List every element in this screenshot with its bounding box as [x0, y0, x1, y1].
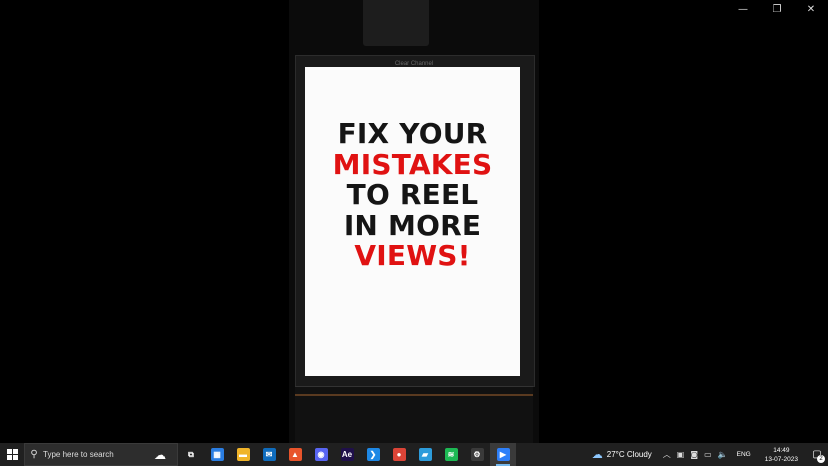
- headline-line: VIEWS!: [354, 239, 471, 272]
- desktop-background: — ❐ ✕ Clear Channel FIX YOUR MISTAKES TO R…: [0, 0, 828, 443]
- weather-condition: Cloudy: [626, 450, 652, 459]
- vscode-icon: ❯: [366, 448, 380, 461]
- taskbar-app[interactable]: ●: [386, 443, 412, 466]
- search-placeholder: Type here to search: [43, 450, 114, 459]
- file-explorer-icon: ▬: [236, 448, 250, 461]
- search-icon: ⚲: [30, 449, 38, 460]
- tray-app2-icon[interactable]: ◙: [690, 450, 698, 459]
- notification-center-button[interactable]: ▢ 2: [806, 443, 828, 466]
- clock-time: 14:49: [773, 446, 790, 454]
- taskbar-app[interactable]: ❯: [360, 443, 386, 466]
- tray-app-icon[interactable]: ▣: [677, 450, 685, 459]
- headline-line: IN MORE: [343, 208, 482, 242]
- widgets-icon: ▦: [210, 448, 224, 461]
- taskbar-app[interactable]: ⚙: [464, 443, 490, 466]
- weather-temp: 27°C: [606, 450, 625, 459]
- minimize-icon[interactable]: —: [726, 0, 760, 18]
- search-box[interactable]: ⚲ Type here to search ☁: [24, 443, 178, 466]
- spotify-icon: ≋: [444, 448, 458, 461]
- headline-line: MISTAKES: [332, 147, 493, 181]
- chevron-up-icon[interactable]: ︿: [663, 449, 671, 460]
- billboard-panel: FIX YOUR MISTAKES TO REEL IN MORE VIEWS!: [305, 67, 520, 376]
- restore-icon[interactable]: ❐: [760, 0, 794, 18]
- cloud-icon: ☁: [591, 449, 603, 461]
- weather-widget[interactable]: ☁ 27°C Cloudy: [592, 448, 652, 461]
- headline-line: TO REEL: [346, 178, 479, 211]
- clock-date: 13-07-2023: [764, 455, 798, 463]
- discord-icon: ◉: [314, 448, 328, 461]
- volume-icon[interactable]: 🔈: [718, 450, 728, 459]
- network-icon[interactable]: ▭: [704, 450, 712, 459]
- billboard-pole: [363, 0, 429, 46]
- brave-icon: ▲: [288, 448, 302, 461]
- taskbar-app[interactable]: ▬: [230, 443, 256, 466]
- chrome-icon: ●: [392, 448, 406, 461]
- taskbar-app[interactable]: ⧉: [178, 443, 204, 466]
- windows-logo-icon: [6, 449, 18, 460]
- settings-icon: ⚙: [470, 448, 484, 461]
- task-view-icon: ⧉: [188, 449, 194, 459]
- taskbar-app[interactable]: ◉: [308, 443, 334, 466]
- taskbar-app[interactable]: ▦: [204, 443, 230, 466]
- close-icon[interactable]: ✕: [794, 0, 828, 18]
- taskbar-app[interactable]: ✉: [256, 443, 282, 466]
- window-controls: — ❐ ✕: [726, 0, 828, 18]
- headline: FIX YOUR MISTAKES TO REEL IN MORE VIEWS!: [305, 117, 520, 272]
- start-button[interactable]: [0, 443, 24, 466]
- taskbar-app[interactable]: ▲: [282, 443, 308, 466]
- clock[interactable]: 14:49 13-07-2023: [765, 446, 798, 464]
- language-indicator[interactable]: ENG: [737, 451, 751, 458]
- taskbar: ⚲ Type here to search ☁ ⧉ ▦ ▬ ✉ ▲ ◉ Ae ❯ ● ▰ ≋ ⚙ ▶ ☁…: [0, 443, 828, 466]
- headline-line: FIX YOUR: [337, 117, 488, 150]
- mail-icon: ✉: [262, 448, 276, 461]
- after-effects-icon: Ae: [340, 448, 354, 461]
- search-highlight-icon: ☁: [154, 447, 166, 462]
- billboard-base: [295, 386, 533, 443]
- notification-badge: 2: [817, 455, 825, 463]
- system-tray: ☁ 27°C Cloudy ︿ ▣ ◙ ▭ 🔈 ENG 14:49 13-07-…: [592, 443, 828, 466]
- video-frame[interactable]: Clear Channel FIX YOUR MISTAKES TO REEL IN …: [289, 0, 539, 443]
- app-icon: ▰: [418, 448, 432, 461]
- taskbar-app[interactable]: ≋: [438, 443, 464, 466]
- taskbar-app[interactable]: ▶: [490, 443, 516, 466]
- taskbar-app[interactable]: Ae: [334, 443, 360, 466]
- pinned-apps: ⧉ ▦ ▬ ✉ ▲ ◉ Ae ❯ ● ▰ ≋ ⚙ ▶: [178, 443, 516, 466]
- taskbar-app[interactable]: ▰: [412, 443, 438, 466]
- media-player-icon: ▶: [496, 448, 510, 461]
